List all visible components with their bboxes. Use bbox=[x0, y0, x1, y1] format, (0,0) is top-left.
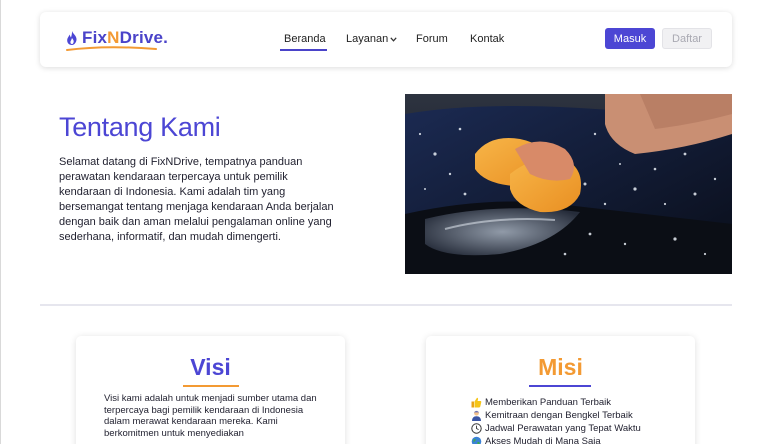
nav-forum[interactable]: Forum bbox=[416, 33, 448, 45]
list-item: Kemitraan dengan Bengkel Terbaik bbox=[470, 409, 641, 422]
about-description: Selamat datang di FixNDrive, tempatnya p… bbox=[59, 156, 334, 243]
nav-kontak[interactable]: Kontak bbox=[470, 33, 504, 45]
chevron-down-icon[interactable] bbox=[390, 37, 397, 42]
register-button[interactable]: Daftar bbox=[662, 28, 712, 49]
mission-list: Memberikan Panduan Terbaik Kemitraan den… bbox=[470, 396, 641, 444]
vision-title-underline bbox=[183, 385, 239, 387]
login-button[interactable]: Masuk bbox=[605, 28, 655, 49]
vision-title: Visi bbox=[190, 354, 231, 380]
about-title: Tentang Kami bbox=[59, 112, 221, 142]
list-item: Jadwal Perawatan yang Tepat Waktu bbox=[470, 422, 641, 435]
active-nav-indicator bbox=[280, 49, 327, 51]
globe-icon bbox=[470, 436, 482, 444]
mission-title-underline bbox=[529, 385, 591, 387]
car-washing-image bbox=[405, 94, 732, 274]
list-item: Akses Mudah di Mana Saja bbox=[470, 435, 641, 444]
mission-title: Misi bbox=[538, 354, 583, 380]
nav-layanan[interactable]: Layanan bbox=[346, 33, 388, 45]
vision-card: Visi Visi kami adalah untuk menjadi sumb… bbox=[76, 336, 345, 444]
mechanic-icon bbox=[470, 410, 482, 421]
navbar: FixNDrive. Beranda Layanan Forum Kontak … bbox=[40, 12, 732, 67]
vision-text: Visi kami adalah untuk menjadi sumber ut… bbox=[104, 393, 317, 439]
section-divider bbox=[40, 304, 732, 306]
list-item: Memberikan Panduan Terbaik bbox=[470, 396, 641, 409]
thumbs-up-icon bbox=[470, 397, 482, 408]
mission-card: Misi Memberikan Panduan Terbaik Kemitraa… bbox=[426, 336, 695, 444]
clock-icon bbox=[470, 423, 482, 434]
nav-beranda[interactable]: Beranda bbox=[284, 33, 326, 45]
